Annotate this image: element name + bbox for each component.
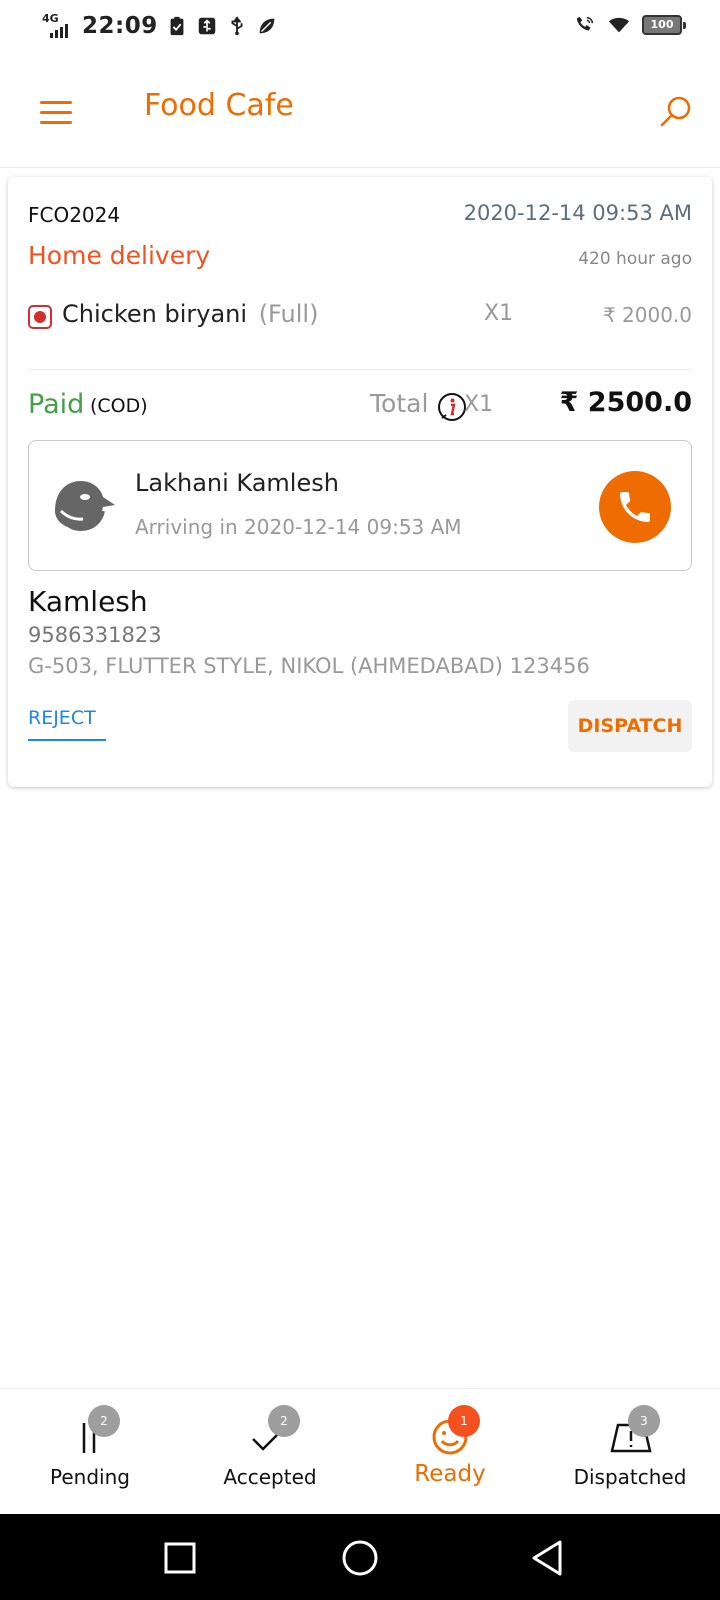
- tab-ready[interactable]: 1 Ready: [360, 1389, 540, 1515]
- tab-label: Dispatched: [573, 1465, 687, 1489]
- accepted-badge: 2: [268, 1405, 300, 1437]
- wifi-calling-icon: [576, 16, 594, 31]
- app-title: Food Cafe: [144, 88, 294, 123]
- dispatch-button[interactable]: DISPATCH: [568, 700, 692, 752]
- call-button[interactable]: [599, 471, 671, 543]
- customer-address: G-503, FLUTTER STYLE, NIKOL (AHMEDABAD) …: [28, 654, 590, 678]
- tab-accepted[interactable]: 2 Accepted: [180, 1389, 360, 1515]
- menu-icon-bar: [40, 120, 72, 124]
- search-icon[interactable]: [656, 92, 696, 132]
- reject-button[interactable]: REJECT: [28, 707, 106, 741]
- rider-info: Lakhani Kamlesh Arriving in 2020-12-14 0…: [28, 440, 692, 571]
- clipboard-check-icon: [170, 16, 184, 36]
- status-time: 22:09: [82, 13, 158, 39]
- customer-phone: 9586331823: [28, 623, 162, 647]
- tab-label: Pending: [50, 1465, 130, 1489]
- home-icon[interactable]: [340, 1538, 380, 1578]
- delivery-person-icon: [55, 481, 115, 532]
- ready-badge: 1: [448, 1405, 480, 1437]
- total-label: Total: [370, 389, 429, 418]
- status-bar: 4G 22:09 100: [0, 0, 720, 56]
- order-id: FCO2024: [28, 203, 121, 227]
- tab-dispatched[interactable]: 3 Dispatched: [540, 1389, 720, 1515]
- tab-label: Accepted: [223, 1465, 317, 1489]
- order-item: Chicken biryani (Full) X1 ₹ 2000.0: [28, 299, 692, 339]
- menu-icon: [40, 100, 72, 104]
- payment-mode: (COD): [90, 395, 148, 417]
- usb-icon: [231, 16, 243, 36]
- leaf-icon: [259, 18, 275, 34]
- signal-icon: [50, 24, 68, 38]
- screen: 4G 22:09 100 Food Cafe FCO2024 2020-12-1…: [0, 0, 720, 1600]
- delivery-type: Home delivery: [28, 241, 211, 270]
- total-qty: X1: [464, 392, 494, 417]
- item-name: Chicken biryani (Full): [62, 300, 318, 328]
- system-nav-bar: [0, 1514, 720, 1600]
- item-qty: X1: [484, 301, 514, 326]
- item-price: ₹ 2000.0: [602, 303, 692, 327]
- dispatched-badge: 3: [628, 1405, 660, 1437]
- customer-name: Kamlesh: [28, 585, 148, 618]
- total-amount: ₹ 2500.0: [559, 387, 692, 418]
- menu-button[interactable]: [36, 92, 76, 132]
- time-ago: 420 hour ago: [578, 249, 692, 269]
- phone-icon: [620, 492, 650, 522]
- tab-pending[interactable]: 2 Pending: [0, 1389, 180, 1515]
- wifi-icon: [608, 17, 630, 33]
- order-card[interactable]: FCO2024 2020-12-14 09:53 AM Home deliver…: [8, 177, 712, 787]
- divider: [28, 369, 692, 370]
- recents-icon[interactable]: [160, 1538, 200, 1578]
- pending-badge: 2: [88, 1405, 120, 1437]
- item-variant: (Full): [258, 300, 319, 328]
- bottom-nav: 2 Pending 2 Accepted 1 Ready 3 Dispatche…: [0, 1388, 720, 1514]
- app-bar: Food Cafe: [0, 56, 720, 168]
- network-indicator: 4G: [42, 12, 74, 40]
- payment-status: Paid: [28, 389, 85, 420]
- rider-eta: Arriving in 2020-12-14 09:53 AM: [135, 515, 462, 539]
- non-veg-icon: [28, 305, 52, 329]
- tab-label: Ready: [414, 1461, 486, 1487]
- battery-icon: 100: [642, 15, 686, 35]
- back-icon[interactable]: [528, 1538, 568, 1578]
- rider-name: Lakhani Kamlesh: [135, 469, 339, 497]
- order-date: 2020-12-14 09:53 AM: [463, 201, 692, 225]
- menu-icon-bar: [40, 110, 72, 114]
- status-left: 4G 22:09: [42, 12, 278, 40]
- item-name-text: Chicken biryani: [62, 300, 248, 328]
- status-right: 100: [574, 14, 686, 36]
- usb-debug-icon: [198, 17, 215, 35]
